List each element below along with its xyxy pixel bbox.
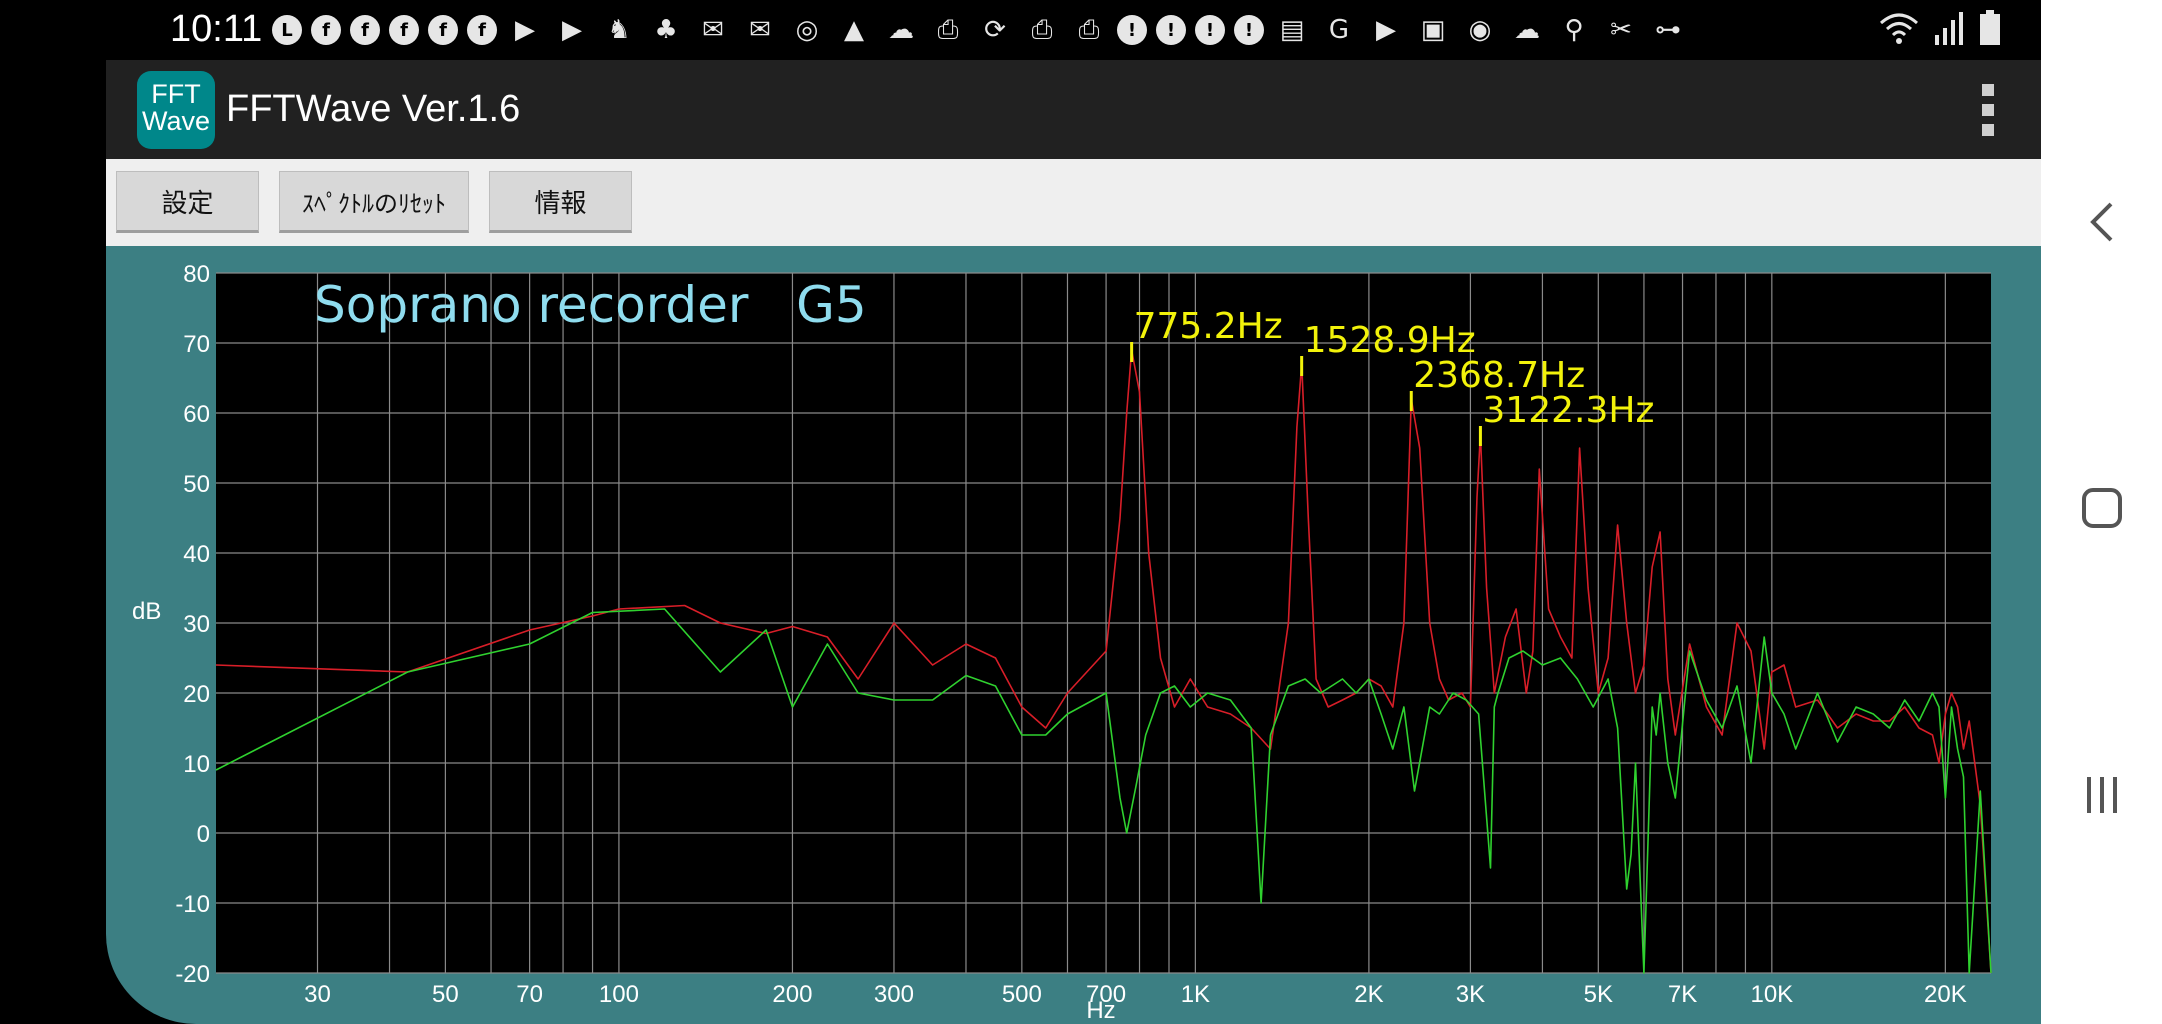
y-tick-label: 10 (183, 751, 210, 778)
system-icons (1879, 10, 2001, 46)
stadium-icon: ◉ (1468, 15, 1492, 45)
status-clock: 10:11 (170, 8, 263, 50)
x-axis-label: Hz (1086, 997, 1115, 1024)
app-logo-bottom: Wave (141, 106, 210, 136)
reset-spectrum-button[interactable]: ｽﾍﾟｸﾄﾙのﾘｾｯﾄ (279, 171, 469, 233)
info-button[interactable]: 情報 (489, 171, 632, 233)
y-tick-label: 70 (183, 331, 210, 358)
menu-dot (1982, 104, 1994, 116)
instagram-icon: ◎ (795, 15, 819, 45)
spectrum-chart[interactable]: 80706050403020100-10-20 30 50 70 100 200 300 5… (106, 246, 2041, 1024)
overflow-menu-icon[interactable] (1981, 84, 1995, 136)
location-icon: ⚲ (1564, 15, 1584, 45)
recents-icon (2086, 777, 2117, 813)
router-icon: ▤ (1279, 15, 1305, 45)
tools-icon: ✂ (1610, 15, 1632, 45)
navigation-bar (2041, 0, 2162, 1024)
x-tick-label: 200 (772, 981, 812, 1008)
peak-label: 3122.3Hz (1482, 390, 1654, 431)
cloud-icon: ☁ (888, 15, 914, 45)
y-tick-label: 30 (183, 611, 210, 638)
y-tick-label: -20 (175, 961, 210, 988)
y-axis-label: dB (132, 598, 161, 625)
home-button[interactable] (2041, 448, 2162, 568)
drive-icon: ▲ (844, 15, 864, 45)
x-tick-label: 1K (1181, 981, 1210, 1008)
youtube-icon: ▶ (562, 15, 582, 45)
wifi-icon (1880, 13, 1918, 44)
app-logo: FFT Wave (137, 71, 215, 149)
youtube-icon: ▶ (1376, 15, 1396, 45)
chart-title: Soprano recorder G5 (314, 276, 867, 334)
translate-icon: G (1328, 15, 1350, 45)
vpn-key-icon: ⊶ (1655, 15, 1681, 45)
x-tick-label: 7K (1668, 981, 1697, 1008)
notification-icons: L f f f f f ▶ ▶ ♞ ♣ ✉ ✉ ◎ ▲ ☁ ⎙ ⟳ ⎙ ⎙ ! … (272, 10, 1687, 50)
back-button[interactable] (2041, 162, 2162, 282)
status-bar: 10:11 L f f f f f ▶ ▶ ♞ ♣ ✉ ✉ ◎ ▲ ☁ ⎙ ⟳ … (0, 0, 2041, 60)
evernote-icon: ♞ (607, 15, 631, 45)
app-bar: FFT Wave FFTWave Ver.1.6 (106, 60, 2041, 159)
y-tick-label: -10 (175, 891, 210, 918)
signal-icon (1935, 12, 1963, 45)
y-tick-label: 50 (183, 471, 210, 498)
youtube-icon: ▶ (515, 15, 535, 45)
line-icon: L (272, 15, 302, 45)
image-icon: ▣ (1420, 15, 1446, 45)
mail-icon: ✉ (702, 15, 724, 45)
x-tick-label: 2K (1354, 981, 1383, 1008)
battery-icon (1980, 10, 2000, 45)
x-tick-label: 20K (1924, 981, 1967, 1008)
menu-dot (1982, 124, 1994, 136)
x-tick-label: 300 (874, 981, 914, 1008)
menu-dot (1982, 84, 1994, 96)
x-tick-label: 10K (1750, 981, 1793, 1008)
print-icon: ⎙ (1078, 14, 1100, 45)
x-tick-label: 70 (516, 981, 543, 1008)
facebook-icon: f (428, 15, 458, 45)
settings-button[interactable]: 設定 (116, 171, 259, 233)
y-axis-ticks: 80 70 60 50 40 30 20 10 0 -10 -20 (175, 261, 210, 988)
home-icon (2081, 488, 2122, 528)
recents-button[interactable] (2041, 735, 2162, 855)
y-tick-label: 0 (197, 821, 210, 848)
toolbar: 設定 ｽﾍﾟｸﾄﾙのﾘｾｯﾄ 情報 (106, 159, 2041, 246)
print-icon: ⎙ (937, 14, 959, 45)
x-tick-label: 100 (599, 981, 639, 1008)
alert-icon: ! (1195, 15, 1225, 45)
x-tick-label: 3K (1456, 981, 1485, 1008)
x-tick-label: 5K (1584, 981, 1613, 1008)
y-tick-label: 40 (183, 541, 210, 568)
cloud-icon: ☁ (1514, 15, 1540, 45)
spectrum-panel: 80 70 60 50 40 30 20 10 0 -10 -20 30 50 70 100 200 300 5… (106, 246, 2041, 1024)
x-tick-label: 50 (432, 981, 459, 1008)
x-axis-ticks: 30 50 70 100 200 300 500 700 1K 2K 3K 5K 7K 10K 20K (304, 981, 1967, 1008)
alert-icon: ! (1117, 15, 1147, 45)
print-icon: ⎙ (1031, 14, 1053, 45)
alert-icon: ! (1234, 15, 1264, 45)
peak-label: 775.2Hz (1134, 306, 1283, 347)
x-tick-label: 30 (304, 981, 331, 1008)
app-title: FFTWave Ver.1.6 (226, 88, 521, 130)
x-tick-label: 500 (1002, 981, 1042, 1008)
facebook-icon: f (467, 15, 497, 45)
app-logo-top: FFT (151, 79, 201, 109)
y-tick-label: 20 (183, 681, 210, 708)
facebook-icon: f (350, 15, 380, 45)
pet-icon: ♣ (654, 15, 678, 45)
gmail-icon: ✉ (749, 15, 771, 45)
alert-icon: ! (1156, 15, 1186, 45)
sync-icon: ⟳ (984, 15, 1006, 45)
facebook-icon: f (389, 15, 419, 45)
facebook-icon: f (311, 15, 341, 45)
back-icon (2089, 202, 2112, 242)
y-tick-label: 60 (183, 401, 210, 428)
y-tick-label: 80 (183, 261, 210, 288)
